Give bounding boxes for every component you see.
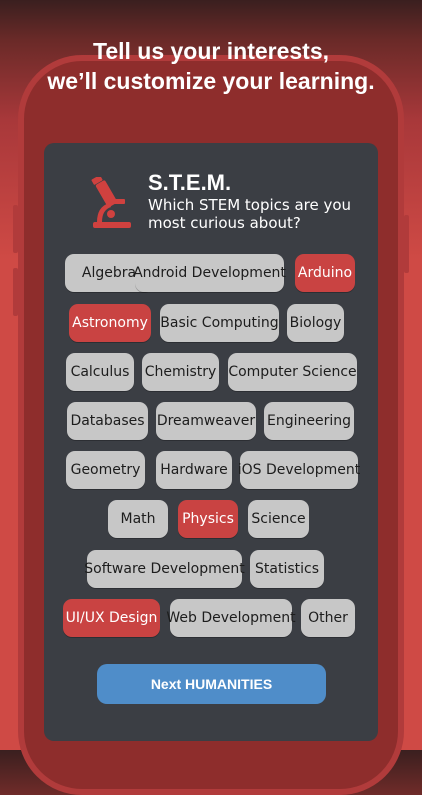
headline-line-1: Tell us your interests, bbox=[92, 38, 330, 64]
topic-chip[interactable]: Biology bbox=[287, 304, 344, 342]
headline: Tell us your interests, we’ll customize … bbox=[0, 36, 422, 96]
topic-chip[interactable]: iOS Development bbox=[238, 451, 360, 489]
topic-chip[interactable]: Web Development bbox=[166, 599, 296, 637]
topic-chip[interactable]: Geometry bbox=[66, 451, 145, 489]
topic-chip[interactable]: Math bbox=[108, 500, 168, 538]
topic-chip[interactable]: Engineering bbox=[264, 402, 354, 440]
topic-chip[interactable]: Physics bbox=[178, 500, 238, 538]
topic-chip[interactable]: Science bbox=[248, 500, 309, 538]
topic-chip[interactable]: Databases bbox=[67, 402, 148, 440]
topic-chip[interactable]: Arduino bbox=[295, 254, 355, 292]
topic-chip[interactable]: Chemistry bbox=[142, 353, 219, 391]
topic-chip[interactable]: Other bbox=[301, 599, 355, 637]
topic-chip[interactable]: Basic Computing bbox=[160, 304, 279, 342]
topic-chip[interactable]: Calculus bbox=[66, 353, 134, 391]
topic-chip[interactable]: Astronomy bbox=[69, 304, 151, 342]
next-button[interactable]: Next HUMANITIES bbox=[97, 664, 326, 704]
topic-chip[interactable]: Software Development bbox=[84, 550, 245, 588]
phone-side-button bbox=[13, 205, 18, 253]
phone-side-button bbox=[404, 215, 409, 273]
category-question: Which STEM topics are you most curious a… bbox=[148, 196, 352, 232]
phone-side-button bbox=[13, 268, 18, 316]
microscope-icon bbox=[91, 177, 131, 228]
category-title: S.T.E.M. bbox=[148, 170, 232, 195]
interests-card: S.T.E.M. Which STEM topics are you most … bbox=[44, 143, 378, 741]
topic-chip[interactable]: Android Development bbox=[133, 254, 286, 292]
headline-line-2: we’ll customize your learning. bbox=[47, 68, 375, 94]
topic-chip[interactable]: UI/UX Design bbox=[63, 599, 160, 637]
topic-chip[interactable]: Dreamweaver bbox=[156, 402, 256, 440]
topic-chip[interactable]: Hardware bbox=[156, 451, 232, 489]
topic-chip[interactable]: Computer Science bbox=[228, 353, 357, 391]
topic-chip[interactable]: Statistics bbox=[250, 550, 324, 588]
